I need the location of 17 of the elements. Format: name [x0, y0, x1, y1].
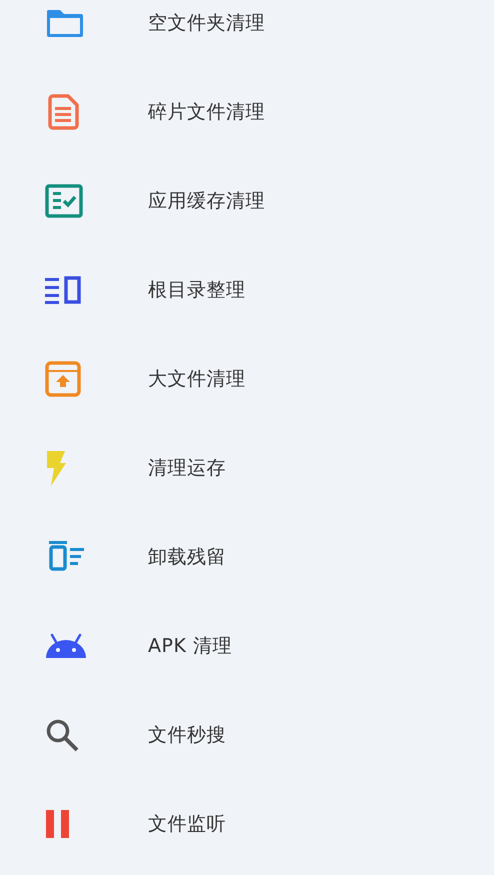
- checklist-icon: [45, 184, 83, 218]
- menu-item-label[interactable]: 清理运存: [148, 454, 226, 480]
- android-icon: [45, 632, 87, 658]
- upload-box-icon: [45, 360, 81, 396]
- menu-item-label[interactable]: 文件秒搜: [148, 722, 226, 748]
- menu-item-label[interactable]: APK 清理: [148, 632, 232, 658]
- pause-icon: [45, 808, 71, 838]
- menu-item-label[interactable]: 大文件清理: [148, 366, 246, 392]
- menu-item-label[interactable]: 卸载残留: [148, 544, 226, 570]
- lightning-icon: [45, 448, 67, 486]
- menu-item-label[interactable]: 空文件夹清理: [148, 10, 265, 36]
- menu-item-label[interactable]: 应用缓存清理: [148, 188, 265, 214]
- menu-item-label[interactable]: 文件监听: [148, 810, 226, 836]
- menu-item-label[interactable]: 根目录整理: [148, 276, 246, 302]
- menu-item-label[interactable]: 碎片文件清理: [148, 98, 265, 124]
- list-panel-icon: [45, 276, 81, 304]
- search-icon: [45, 718, 79, 752]
